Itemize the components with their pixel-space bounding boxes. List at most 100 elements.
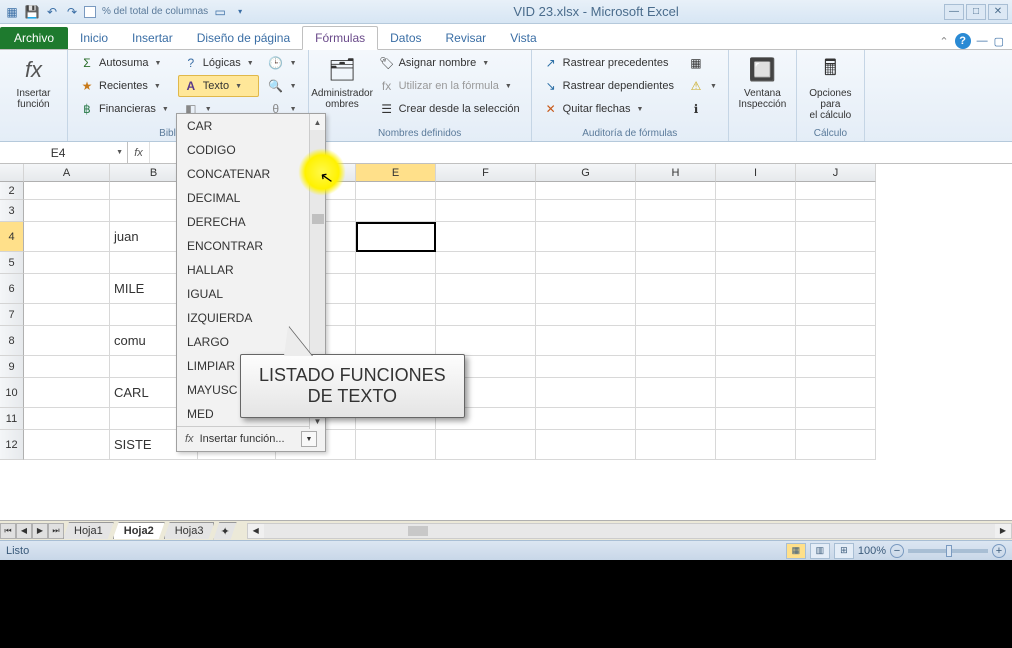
minimize-button[interactable]: — [944, 4, 964, 20]
insert-function-row[interactable]: fxInsertar función...▼ [177, 426, 325, 451]
cell-H2[interactable] [636, 182, 716, 200]
cell-F7[interactable] [436, 304, 536, 326]
cell-H10[interactable] [636, 378, 716, 408]
cell-I4[interactable] [716, 222, 796, 252]
cell-I3[interactable] [716, 200, 796, 222]
rastrear-precedentes-button[interactable]: ↗Rastrear precedentes [538, 52, 679, 74]
cell-I12[interactable] [716, 430, 796, 460]
qat-customize-icon[interactable]: ▾ [232, 4, 248, 20]
cell-F4[interactable] [436, 222, 536, 252]
cell-J5[interactable] [796, 252, 876, 274]
func-item-hallar[interactable]: HALLAR [177, 258, 325, 282]
cell-H3[interactable] [636, 200, 716, 222]
redo-icon[interactable]: ↷ [64, 4, 80, 20]
datetime-button[interactable]: 🕒▼ [263, 52, 302, 74]
tab-file[interactable]: Archivo [0, 27, 68, 49]
insert-function-button[interactable]: fx Insertar función [6, 52, 61, 112]
func-item-car[interactable]: CAR [177, 114, 325, 138]
cell-A6[interactable] [24, 274, 110, 304]
maximize-button[interactable]: □ [966, 4, 986, 20]
hscroll-right-icon[interactable]: ▶ [995, 524, 1011, 538]
cell-G8[interactable] [536, 326, 636, 356]
window-restore-icon[interactable]: ▢ [994, 35, 1004, 48]
cell-A4[interactable] [24, 222, 110, 252]
lookup-button[interactable]: 🔍▼ [263, 75, 302, 97]
zoom-out-button[interactable]: − [890, 544, 904, 558]
cell-G5[interactable] [536, 252, 636, 274]
col-header-J[interactable]: J [796, 164, 876, 182]
cell-F3[interactable] [436, 200, 536, 222]
cell-H9[interactable] [636, 356, 716, 378]
autosuma-button[interactable]: ΣAutosuma▼ [74, 52, 174, 74]
view-layout-button[interactable]: ▥ [810, 543, 830, 559]
cell-A2[interactable] [24, 182, 110, 200]
sheet-tab-new[interactable]: ✦ [213, 522, 236, 540]
cell-I8[interactable] [716, 326, 796, 356]
func-item-derecha[interactable]: DERECHA [177, 210, 325, 234]
row-header-8[interactable]: 8 [0, 326, 24, 356]
zoom-slider[interactable] [908, 549, 988, 553]
error-check-button[interactable]: ⚠▼ [683, 75, 722, 97]
sheet-tab-hoja3[interactable]: Hoja3 [164, 522, 215, 539]
cell-J7[interactable] [796, 304, 876, 326]
sheet-nav-first[interactable]: ⏮ [0, 523, 16, 539]
row-header-2[interactable]: 2 [0, 182, 24, 200]
cell-A3[interactable] [24, 200, 110, 222]
cell-H7[interactable] [636, 304, 716, 326]
col-header-A[interactable]: A [24, 164, 110, 182]
fx-button[interactable]: fx [128, 142, 150, 163]
row-header-5[interactable]: 5 [0, 252, 24, 274]
asignar-nombre-button[interactable]: 🏷Asignar nombre▼ [374, 52, 525, 74]
cell-A5[interactable] [24, 252, 110, 274]
sheet-tab-hoja2[interactable]: Hoja2 [113, 522, 165, 539]
window-minimize-icon[interactable]: — [977, 35, 988, 47]
func-item-decimal[interactable]: DECIMAL [177, 186, 325, 210]
cell-E3[interactable] [356, 200, 436, 222]
tab-formulas[interactable]: Fórmulas [302, 26, 378, 50]
financieras-button[interactable]: ฿Financieras▼ [74, 98, 174, 120]
sheet-nav-last[interactable]: ⏭ [48, 523, 64, 539]
qat-checkbox[interactable] [84, 6, 96, 18]
tab-datos[interactable]: Datos [378, 27, 433, 49]
cell-J12[interactable] [796, 430, 876, 460]
cell-G6[interactable] [536, 274, 636, 304]
cell-E7[interactable] [356, 304, 436, 326]
hscroll-thumb[interactable] [408, 526, 428, 536]
cell-J2[interactable] [796, 182, 876, 200]
cell-I11[interactable] [716, 408, 796, 430]
cell-I10[interactable] [716, 378, 796, 408]
cell-F2[interactable] [436, 182, 536, 200]
scroll-up-icon[interactable]: ▲ [310, 114, 325, 130]
crear-seleccion-button[interactable]: ☰Crear desde la selección [374, 98, 525, 120]
cell-H4[interactable] [636, 222, 716, 252]
zoom-in-button[interactable]: + [992, 544, 1006, 558]
cell-I6[interactable] [716, 274, 796, 304]
help-icon[interactable]: ? [955, 33, 971, 49]
cell-E6[interactable] [356, 274, 436, 304]
logicas-button[interactable]: ?Lógicas▼ [178, 52, 259, 74]
namebox-dropdown-icon[interactable]: ▼ [116, 149, 127, 156]
cell-G3[interactable] [536, 200, 636, 222]
calc-options-button[interactable]: 🖩 Opciones para el cálculo [803, 52, 858, 123]
cell-A11[interactable] [24, 408, 110, 430]
cell-J11[interactable] [796, 408, 876, 430]
cell-G7[interactable] [536, 304, 636, 326]
utilizar-formula-button[interactable]: fxUtilizar en la fórmula▼ [374, 75, 525, 97]
rastrear-dependientes-button[interactable]: ↘Rastrear dependientes [538, 75, 679, 97]
cell-E2[interactable] [356, 182, 436, 200]
ribbon-minimize-icon[interactable]: ⌃ [939, 35, 948, 48]
cell-I7[interactable] [716, 304, 796, 326]
quitar-flechas-button[interactable]: ✕Quitar flechas▼ [538, 98, 679, 120]
show-formulas-button[interactable]: ▦ [683, 52, 722, 74]
col-header-F[interactable]: F [436, 164, 536, 182]
row-header-9[interactable]: 9 [0, 356, 24, 378]
cell-G12[interactable] [536, 430, 636, 460]
undo-icon[interactable]: ↶ [44, 4, 60, 20]
cell-A10[interactable] [24, 378, 110, 408]
cell-I2[interactable] [716, 182, 796, 200]
cell-E8[interactable] [356, 326, 436, 356]
cell-E12[interactable] [356, 430, 436, 460]
cell-G10[interactable] [536, 378, 636, 408]
row-header-11[interactable]: 11 [0, 408, 24, 430]
tab-diseno[interactable]: Diseño de página [185, 27, 302, 49]
